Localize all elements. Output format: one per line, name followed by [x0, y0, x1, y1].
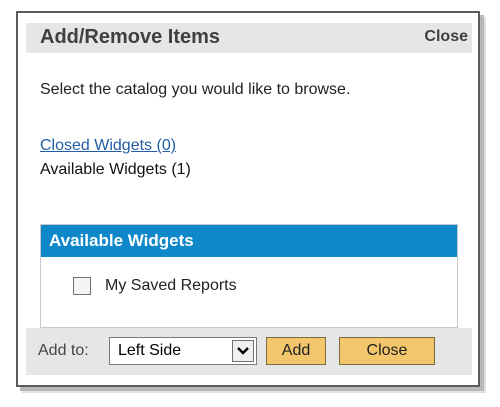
close-button[interactable]: Close: [339, 337, 435, 365]
available-widgets-panel: Available Widgets My Saved Reports: [40, 224, 458, 328]
add-to-label: Add to:: [38, 342, 89, 359]
dialog-title: Add/Remove Items: [40, 26, 221, 48]
dialog-close-link[interactable]: Close: [424, 28, 468, 46]
add-button[interactable]: Add: [266, 337, 326, 365]
dialog-content: Select the catalog you would like to bro…: [26, 53, 472, 328]
widget-item-my-saved-reports: My Saved Reports: [73, 277, 237, 295]
widget-item-label: My Saved Reports: [105, 277, 237, 294]
widget-checkbox[interactable]: [73, 277, 91, 295]
dialog-footer: Add to: Left Side Add Close: [26, 328, 472, 375]
dialog-instructions: Select the catalog you would like to bro…: [40, 81, 351, 98]
add-to-select-value: Left Side: [118, 342, 182, 359]
add-to-select[interactable]: Left Side: [109, 337, 257, 365]
chevron-down-icon[interactable]: [232, 340, 254, 362]
add-remove-items-dialog: Add/Remove Items Close Select the catalo…: [16, 11, 480, 387]
available-widgets-catalog: Available Widgets (1): [40, 161, 191, 178]
dialog-header: Add/Remove Items Close: [26, 23, 472, 53]
available-widgets-header: Available Widgets: [41, 225, 457, 257]
closed-widgets-link[interactable]: Closed Widgets (0): [40, 137, 176, 155]
